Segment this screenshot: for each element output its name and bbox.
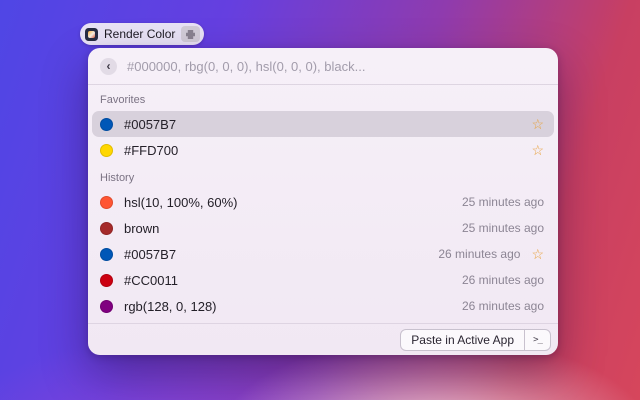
enter-shortcut-icon: >_ [524, 330, 550, 350]
app-badge-label: Render Color [104, 27, 175, 41]
color-row-timestamp: 25 minutes ago [462, 195, 544, 209]
color-row-label: hsl(10, 100%, 60%) [124, 195, 237, 210]
color-swatch-icon [100, 144, 113, 157]
color-row[interactable]: #FFD700 ☆ [92, 137, 554, 163]
color-row-timestamp: 26 minutes ago [462, 273, 544, 287]
paste-in-active-app-button[interactable]: Paste in Active App >_ [400, 329, 551, 351]
back-button[interactable]: ‹ [100, 58, 117, 75]
section-title: Favorites [92, 85, 554, 111]
search-bar: ‹ [88, 48, 558, 85]
color-row-timestamp: 25 minutes ago [462, 221, 544, 235]
color-picker-window: ‹ Favorites #0057B7 ☆ #FFD700 ☆ History … [88, 48, 558, 355]
desktop-background: Render Color ‹ Favorites #0057B7 ☆ #FFD7… [0, 0, 640, 400]
color-swatch-icon [100, 300, 113, 313]
list-section: History hsl(10, 100%, 60%) 25 minutes ag… [92, 163, 554, 319]
color-row-label: rgb(128, 0, 128) [124, 299, 217, 314]
printer-icon[interactable] [181, 26, 200, 42]
color-list: Favorites #0057B7 ☆ #FFD700 ☆ History hs… [88, 85, 558, 323]
color-row[interactable]: brown 25 minutes ago [92, 215, 554, 241]
section-title: History [92, 163, 554, 189]
color-row-timestamp: 26 minutes ago [438, 247, 520, 261]
color-row-label: #FFD700 [124, 143, 178, 158]
color-row[interactable]: #0057B7 ☆ [92, 111, 554, 137]
color-row[interactable]: #0057B7 26 minutes ago ☆ [92, 241, 554, 267]
color-row-label: #CC0011 [124, 273, 178, 288]
color-row[interactable]: rgb(128, 0, 128) 26 minutes ago [92, 293, 554, 319]
color-swatch-icon [100, 274, 113, 287]
color-swatch-icon [100, 196, 113, 209]
favorite-star-icon[interactable]: ☆ [531, 247, 544, 262]
color-row[interactable]: #CC0011 26 minutes ago [92, 267, 554, 293]
app-badge[interactable]: Render Color [80, 23, 204, 45]
render-color-app-icon [85, 28, 98, 41]
color-row-timestamp: 26 minutes ago [462, 299, 544, 313]
color-swatch-icon [100, 118, 113, 131]
color-row[interactable]: hsl(10, 100%, 60%) 25 minutes ago [92, 189, 554, 215]
color-row-label: #0057B7 [124, 117, 176, 132]
color-row-label: brown [124, 221, 159, 236]
favorite-star-icon[interactable]: ☆ [531, 143, 544, 158]
color-swatch-icon [100, 222, 113, 235]
color-row-label: #0057B7 [124, 247, 176, 262]
color-swatch-icon [100, 248, 113, 261]
search-input[interactable] [127, 59, 546, 74]
list-section: Favorites #0057B7 ☆ #FFD700 ☆ [92, 85, 554, 163]
paste-button-label: Paste in Active App [401, 330, 524, 350]
footer-bar: Paste in Active App >_ [88, 323, 558, 355]
favorite-star-icon[interactable]: ☆ [531, 117, 544, 132]
